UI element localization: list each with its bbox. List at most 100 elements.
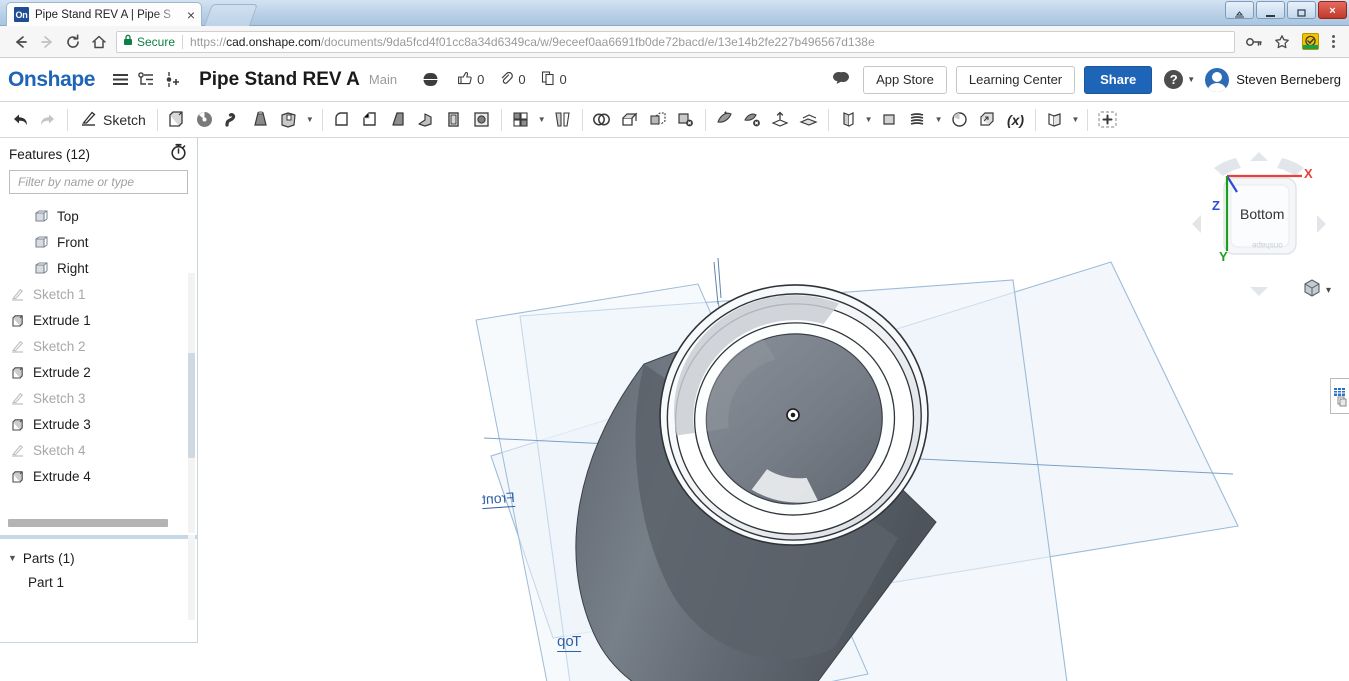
learning-center-button[interactable]: Learning Center xyxy=(955,65,1076,94)
feature-label: Top xyxy=(57,208,79,224)
feature-item-sketch-2[interactable]: Sketch 2 xyxy=(0,333,197,359)
feature-item-front[interactable]: Front xyxy=(0,229,197,255)
star-icon[interactable] xyxy=(1269,29,1295,55)
variable-icon[interactable]: (x) xyxy=(1002,106,1030,134)
feature-item-extrude-1[interactable]: Extrude 1 xyxy=(0,307,197,333)
feature-tree: Top Front Right Sketch 1 Extrude 1 Sketc… xyxy=(0,203,197,533)
replace-face-icon[interactable] xyxy=(767,106,795,134)
user-name[interactable]: Steven Berneberg xyxy=(1236,72,1341,87)
chevron-down-icon[interactable]: ▾ xyxy=(1326,285,1331,296)
custom-feature-icon[interactable] xyxy=(1093,106,1121,134)
feature-item-sketch-1[interactable]: Sketch 1 xyxy=(0,281,197,307)
avatar[interactable] xyxy=(1205,67,1230,92)
helix-icon[interactable] xyxy=(946,106,974,134)
graphics-viewport[interactable]: Front Top Bottom X Y Z onshape ▾ xyxy=(198,138,1349,681)
window-close-button[interactable]: × xyxy=(1318,1,1347,19)
revolve-icon[interactable] xyxy=(191,106,219,134)
plane-icon xyxy=(32,259,50,277)
panel-grid-icon[interactable] xyxy=(1330,378,1349,414)
shell-icon[interactable] xyxy=(440,106,468,134)
feature-item-extrude-2[interactable]: Extrude 2 xyxy=(0,359,197,385)
feature-item-extrude-3[interactable]: Extrude 3 xyxy=(0,411,197,437)
sweep-icon[interactable] xyxy=(219,106,247,134)
parts-header[interactable]: ▼ Parts (1) xyxy=(0,546,197,570)
chevron-down-icon[interactable]: ▼ xyxy=(535,115,549,124)
version-graph-icon[interactable] xyxy=(133,67,159,93)
hamburger-menu-icon[interactable] xyxy=(107,67,133,93)
close-tab-icon[interactable]: × xyxy=(185,8,197,22)
view-style-menu[interactable]: ▾ xyxy=(1302,278,1331,303)
document-title[interactable]: Pipe Stand REV A xyxy=(199,69,360,91)
hole-icon[interactable] xyxy=(468,106,496,134)
chamfer-icon[interactable] xyxy=(356,106,384,134)
extrude-icon[interactable] xyxy=(163,106,191,134)
three-dot-menu-icon[interactable] xyxy=(1326,35,1341,48)
curve-icon[interactable] xyxy=(904,106,932,134)
feature-item-right[interactable]: Right xyxy=(0,255,197,281)
feature-item-top[interactable]: Top xyxy=(0,203,197,229)
delete-part-icon[interactable] xyxy=(672,106,700,134)
sketch-button[interactable]: Sketch xyxy=(73,106,152,134)
transform-icon[interactable] xyxy=(644,106,672,134)
home-icon[interactable] xyxy=(86,29,112,55)
feature-item-sketch-4[interactable]: Sketch 4 xyxy=(0,437,197,463)
draft-icon[interactable] xyxy=(384,106,412,134)
rib-icon[interactable] xyxy=(412,106,440,134)
window-minimize-button[interactable] xyxy=(1256,1,1285,19)
chevron-down-icon[interactable]: ▼ xyxy=(1069,115,1083,124)
chevron-down-icon[interactable]: ▼ xyxy=(932,115,946,124)
thicken-icon[interactable] xyxy=(275,106,303,134)
window-restore-button[interactable] xyxy=(1225,1,1254,19)
reload-icon[interactable] xyxy=(60,29,86,55)
comment-icon[interactable] xyxy=(828,67,854,93)
undo-icon[interactable] xyxy=(6,106,34,134)
parts-scroll-track[interactable] xyxy=(188,535,195,620)
copies-counter[interactable]: 0 xyxy=(540,70,567,89)
split-icon[interactable] xyxy=(616,106,644,134)
likes-counter[interactable]: 0 xyxy=(457,70,484,89)
sheet-metal-icon[interactable] xyxy=(1041,106,1069,134)
pattern-icon[interactable] xyxy=(507,106,535,134)
move-face-icon[interactable] xyxy=(711,106,739,134)
loft-icon[interactable] xyxy=(247,106,275,134)
browser-nav-bar: Secure https://cad.onshape.com/documents… xyxy=(0,26,1349,58)
new-tab-button[interactable] xyxy=(203,4,259,26)
chevron-down-icon[interactable]: ▼ xyxy=(862,115,876,124)
globe-icon[interactable] xyxy=(417,67,443,93)
help-menu[interactable]: ? ▼ xyxy=(1164,70,1195,89)
chevron-down-icon: ▼ xyxy=(1187,75,1196,84)
browser-tab[interactable]: On Pipe Stand REV A | Pipe S × xyxy=(6,2,202,26)
key-icon[interactable] xyxy=(1241,29,1267,55)
mirror-icon[interactable] xyxy=(549,106,577,134)
offset-face-icon[interactable] xyxy=(795,106,823,134)
feature-tree-scroll-thumb[interactable] xyxy=(188,353,195,458)
copy-icon xyxy=(540,70,556,89)
boolean-icon[interactable] xyxy=(588,106,616,134)
workspace-name[interactable]: Main xyxy=(369,72,397,87)
extension-icon[interactable] xyxy=(1302,33,1319,50)
address-bar[interactable]: Secure https://cad.onshape.com/documents… xyxy=(116,30,1235,53)
share-button[interactable]: Share xyxy=(1084,65,1153,94)
feature-item-sketch-3[interactable]: Sketch 3 xyxy=(0,385,197,411)
part-item-part-1[interactable]: Part 1 xyxy=(0,570,197,594)
plane-icon[interactable] xyxy=(876,106,904,134)
feature-item-extrude-4[interactable]: Extrude 4 xyxy=(0,463,197,489)
origin-point-icon[interactable] xyxy=(786,408,800,422)
links-counter[interactable]: 0 xyxy=(498,70,526,89)
search-input[interactable] xyxy=(16,174,181,190)
insert-version-icon[interactable] xyxy=(159,67,185,93)
onshape-logo[interactable]: Onshape xyxy=(8,68,95,92)
delete-face-icon[interactable] xyxy=(739,106,767,134)
derived-icon[interactable] xyxy=(834,106,862,134)
stopwatch-icon[interactable] xyxy=(169,142,188,166)
viewcube-face-label[interactable]: Bottom xyxy=(1240,206,1284,222)
window-maximize-button[interactable] xyxy=(1287,1,1316,19)
back-arrow-icon[interactable] xyxy=(8,29,34,55)
feature-filter[interactable] xyxy=(9,170,188,194)
app-store-button[interactable]: App Store xyxy=(863,65,947,94)
chevron-down-icon[interactable]: ▼ xyxy=(303,115,317,124)
fillet-icon[interactable] xyxy=(328,106,356,134)
import-icon[interactable] xyxy=(974,106,1002,134)
chevron-down-icon[interactable]: ▼ xyxy=(8,553,17,563)
feature-tree-horizontal-scrollbar[interactable] xyxy=(8,519,168,527)
